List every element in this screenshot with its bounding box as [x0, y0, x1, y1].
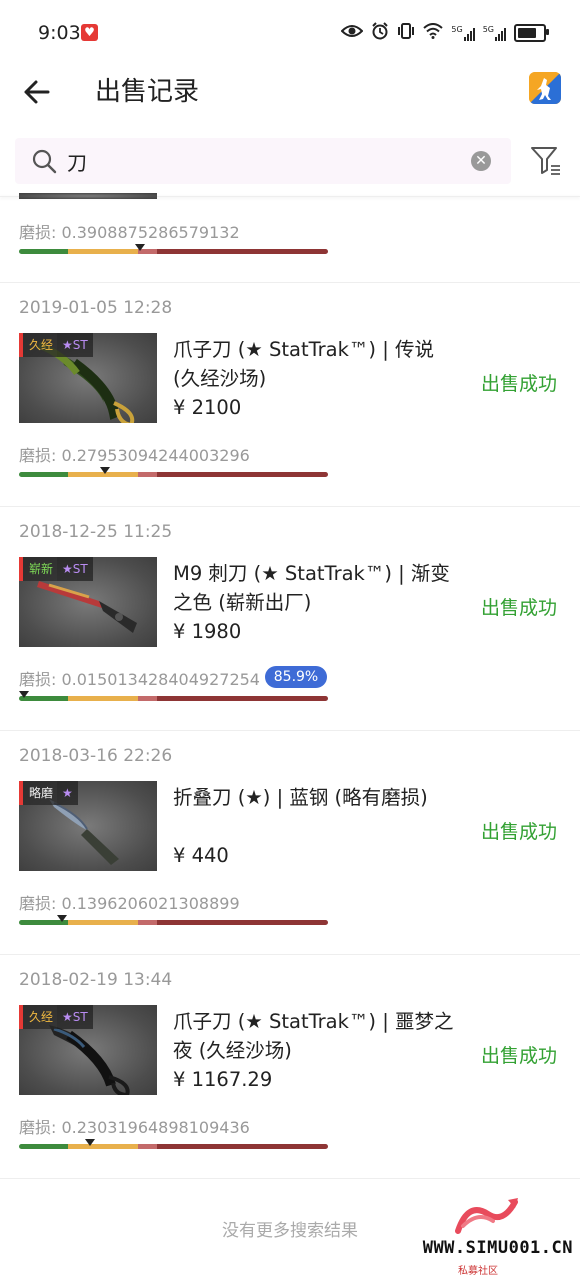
clear-search-icon[interactable]: ✕	[471, 151, 491, 171]
wear-label: 磨损: 0.23031964898109436	[19, 1118, 250, 1137]
wear-label: 磨损: 0.27953094244003296	[19, 446, 250, 465]
percent-badge: 85.9%	[265, 666, 327, 688]
watermark-subtext: 私募社区	[458, 1266, 498, 1277]
item-thumbnail: 久经 ★ST	[19, 333, 157, 423]
list-item-partial[interactable]: 磨损: 0.3908875286579132	[0, 193, 580, 282]
list-item[interactable]: 2018-03-16 22:26 略磨 ★ 折叠刀 (★) | 蓝钢 (略有磨损) ¥ …	[0, 730, 580, 954]
status-time: 9:03	[38, 22, 81, 44]
stattrak-tag: ★ST	[57, 557, 93, 581]
item-price: ¥ 2100	[173, 396, 242, 419]
wear-bar	[19, 472, 328, 477]
search-bar[interactable]: ✕	[15, 138, 511, 184]
list-item[interactable]: 2019-01-05 12:28 久经 ★ST 爪子刀 (★ StatTrak™) |…	[0, 282, 580, 506]
sale-status: 出售成功	[481, 821, 558, 843]
vibrate-icon	[397, 22, 415, 44]
notification-icon: ♥	[81, 24, 98, 41]
item-price: ¥ 1167.29	[173, 1068, 273, 1091]
wifi-icon	[423, 23, 444, 43]
wear-label: 磨损: 0.015013428404927254	[19, 670, 260, 689]
watermark-text: WWW.SIMU001.CN	[422, 1238, 573, 1258]
arrow-left-icon	[24, 80, 50, 104]
item-thumbnail: 久经 ★ST	[19, 1005, 157, 1095]
item-name: 折叠刀 (★) | 蓝钢 (略有磨损)	[173, 786, 428, 809]
item-tags: 略磨 ★	[19, 781, 78, 805]
search-input[interactable]	[67, 145, 447, 177]
battery-icon	[514, 24, 549, 42]
wear-marker	[57, 915, 68, 922]
item-name: 爪子刀 (★ StatTrak™) | 噩梦之夜 (久经沙场)	[173, 1010, 454, 1062]
page-title: 出售记录	[95, 77, 200, 107]
item-tags: 久经 ★ST	[19, 1005, 93, 1029]
item-thumbnail-partial	[19, 193, 157, 199]
list-item[interactable]: 2018-12-25 11:25 崭新 ★ST M9 刺刀 (★ StatTrak™)…	[0, 506, 580, 730]
item-name: M9 刺刀 (★ StatTrak™) | 渐变之色 (崭新出厂)	[173, 562, 450, 614]
wear-marker	[100, 467, 111, 474]
list-item[interactable]: 2018-02-19 13:44 久经 ★ST 爪子刀 (★ StatTrak™) |…	[0, 954, 580, 1178]
wear-marker	[85, 1139, 96, 1146]
status-bar: 9:03 ♥ 5G 5G	[0, 0, 580, 64]
exterior-tag: 略磨	[19, 781, 58, 805]
wear-bar	[19, 249, 328, 254]
search-icon	[32, 149, 57, 174]
stattrak-tag: ★ST	[57, 1005, 93, 1029]
filter-icon	[531, 147, 560, 175]
item-price: ¥ 440	[173, 844, 229, 867]
wear-label: 磨损: 0.1396206021308899	[19, 894, 240, 913]
eye-icon	[340, 23, 364, 43]
item-thumbnail: 崭新 ★ST	[19, 557, 157, 647]
item-date: 2018-03-16 22:26	[19, 746, 173, 766]
item-price: ¥ 1980	[173, 620, 242, 643]
watermark: WWW.SIMU001.CN 私募社区	[398, 1196, 573, 1277]
signal-icon-1: 5G	[451, 25, 475, 41]
item-tags: 崭新 ★ST	[19, 557, 93, 581]
item-date: 2018-12-25 11:25	[19, 522, 173, 542]
app-header: 出售记录	[0, 64, 580, 124]
exterior-tag: 崭新	[19, 557, 58, 581]
stattrak-tag: ★	[57, 781, 78, 805]
filter-button[interactable]	[529, 144, 563, 178]
item-thumbnail: 略磨 ★	[19, 781, 157, 871]
status-icons: 5G 5G	[340, 22, 549, 44]
sale-status: 出售成功	[481, 373, 558, 395]
wear-bar	[19, 1144, 328, 1149]
exterior-tag: 久经	[19, 333, 58, 357]
item-name: 爪子刀 (★ StatTrak™) | 传说 (久经沙场)	[173, 338, 434, 390]
sale-status: 出售成功	[481, 597, 558, 619]
stattrak-tag: ★ST	[57, 333, 93, 357]
signal-icon-2: 5G	[483, 25, 506, 41]
watermark-logo	[455, 1198, 518, 1234]
back-button[interactable]	[20, 72, 60, 112]
divider	[0, 1178, 580, 1179]
item-date: 2018-02-19 13:44	[19, 970, 173, 990]
item-date: 2019-01-05 12:28	[19, 298, 173, 318]
wear-label: 磨损: 0.3908875286579132	[19, 223, 240, 242]
wear-marker	[18, 691, 29, 698]
sale-status: 出售成功	[481, 1045, 558, 1067]
wear-marker	[134, 244, 145, 251]
cs-app-icon[interactable]	[529, 72, 561, 104]
exterior-tag: 久经	[19, 1005, 58, 1029]
alarm-icon	[371, 22, 389, 44]
wear-bar	[19, 696, 328, 701]
item-tags: 久经 ★ST	[19, 333, 93, 357]
